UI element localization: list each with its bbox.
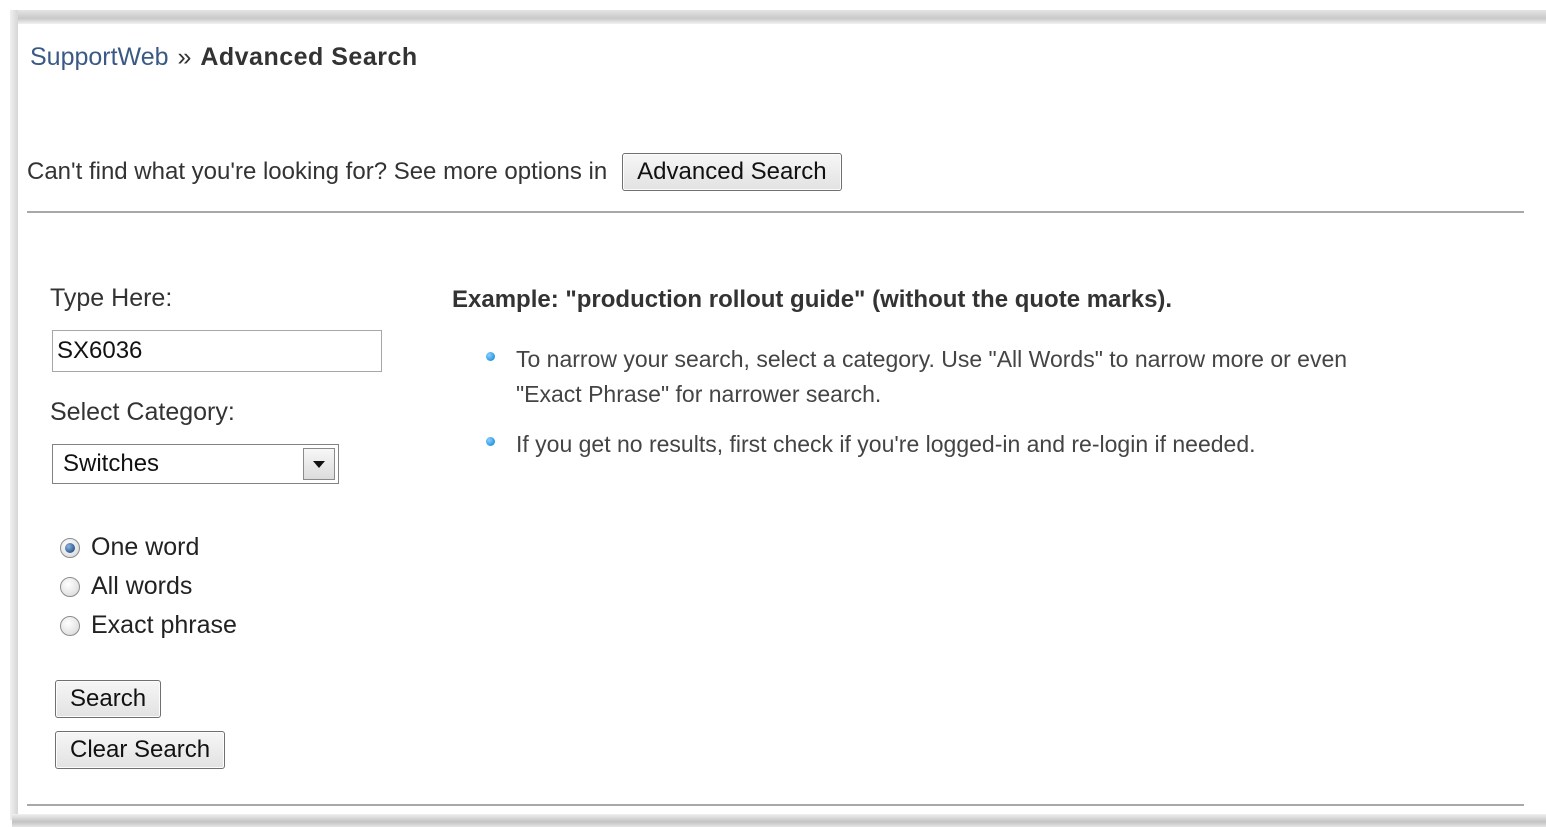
breadcrumb-separator: » — [177, 43, 192, 71]
radio-icon[interactable] — [60, 615, 80, 636]
list-item: To narrow your search, select a category… — [484, 342, 1364, 412]
tip-text: To narrow your search, select a category… — [516, 346, 1348, 407]
radio-option-exact-phrase[interactable]: Exact phrase — [60, 606, 237, 645]
bullet-icon — [486, 352, 495, 361]
type-here-label: Type Here: — [50, 284, 173, 312]
advanced-search-row: Can't find what you're looking for? See … — [27, 152, 842, 192]
chevron-down-icon — [313, 460, 325, 468]
search-button[interactable]: Search — [55, 680, 162, 718]
frame-top-edge — [12, 10, 1546, 24]
advanced-search-prompt: Can't find what you're looking for? See … — [27, 158, 608, 185]
frame-left-edge — [10, 10, 18, 820]
list-item: If you get no results, first check if yo… — [484, 427, 1364, 462]
category-label: Select Category: — [50, 398, 235, 426]
bottom-divider — [27, 804, 1524, 806]
search-input[interactable] — [52, 330, 382, 372]
radio-label: All words — [91, 572, 193, 600]
breadcrumb-root-link[interactable]: SupportWeb — [30, 43, 169, 71]
breadcrumb: SupportWeb » Advanced Search — [30, 43, 418, 72]
dropdown-arrow-button[interactable] — [303, 448, 335, 480]
top-divider — [27, 211, 1524, 213]
frame-bottom-edge — [12, 814, 1546, 827]
tip-text: If you get no results, first check if yo… — [516, 431, 1256, 457]
search-help: Example: "production rollout guide" (wit… — [452, 286, 1452, 457]
radio-option-one-word[interactable]: One word — [60, 528, 237, 567]
radio-icon[interactable] — [60, 576, 80, 597]
category-select[interactable]: Switches — [52, 444, 339, 484]
tips-list: To narrow your search, select a category… — [484, 342, 1364, 477]
bullet-icon — [486, 437, 495, 446]
match-type-radio-group: One word All words Exact phrase — [60, 528, 237, 645]
radio-option-all-words[interactable]: All words — [60, 567, 237, 606]
example-heading: Example: "production rollout guide" (wit… — [452, 286, 1173, 313]
category-select-value: Switches — [63, 450, 160, 477]
clear-search-button[interactable]: Clear Search — [55, 731, 226, 769]
radio-icon[interactable] — [60, 537, 80, 558]
page-frame: SupportWeb » Advanced Search Can't find … — [0, 0, 1546, 827]
advanced-search-button[interactable]: Advanced Search — [622, 153, 842, 191]
breadcrumb-current: Advanced Search — [200, 43, 418, 71]
radio-label: Exact phrase — [91, 611, 237, 639]
radio-label: One word — [91, 533, 200, 561]
radio-selected-dot — [65, 542, 75, 553]
